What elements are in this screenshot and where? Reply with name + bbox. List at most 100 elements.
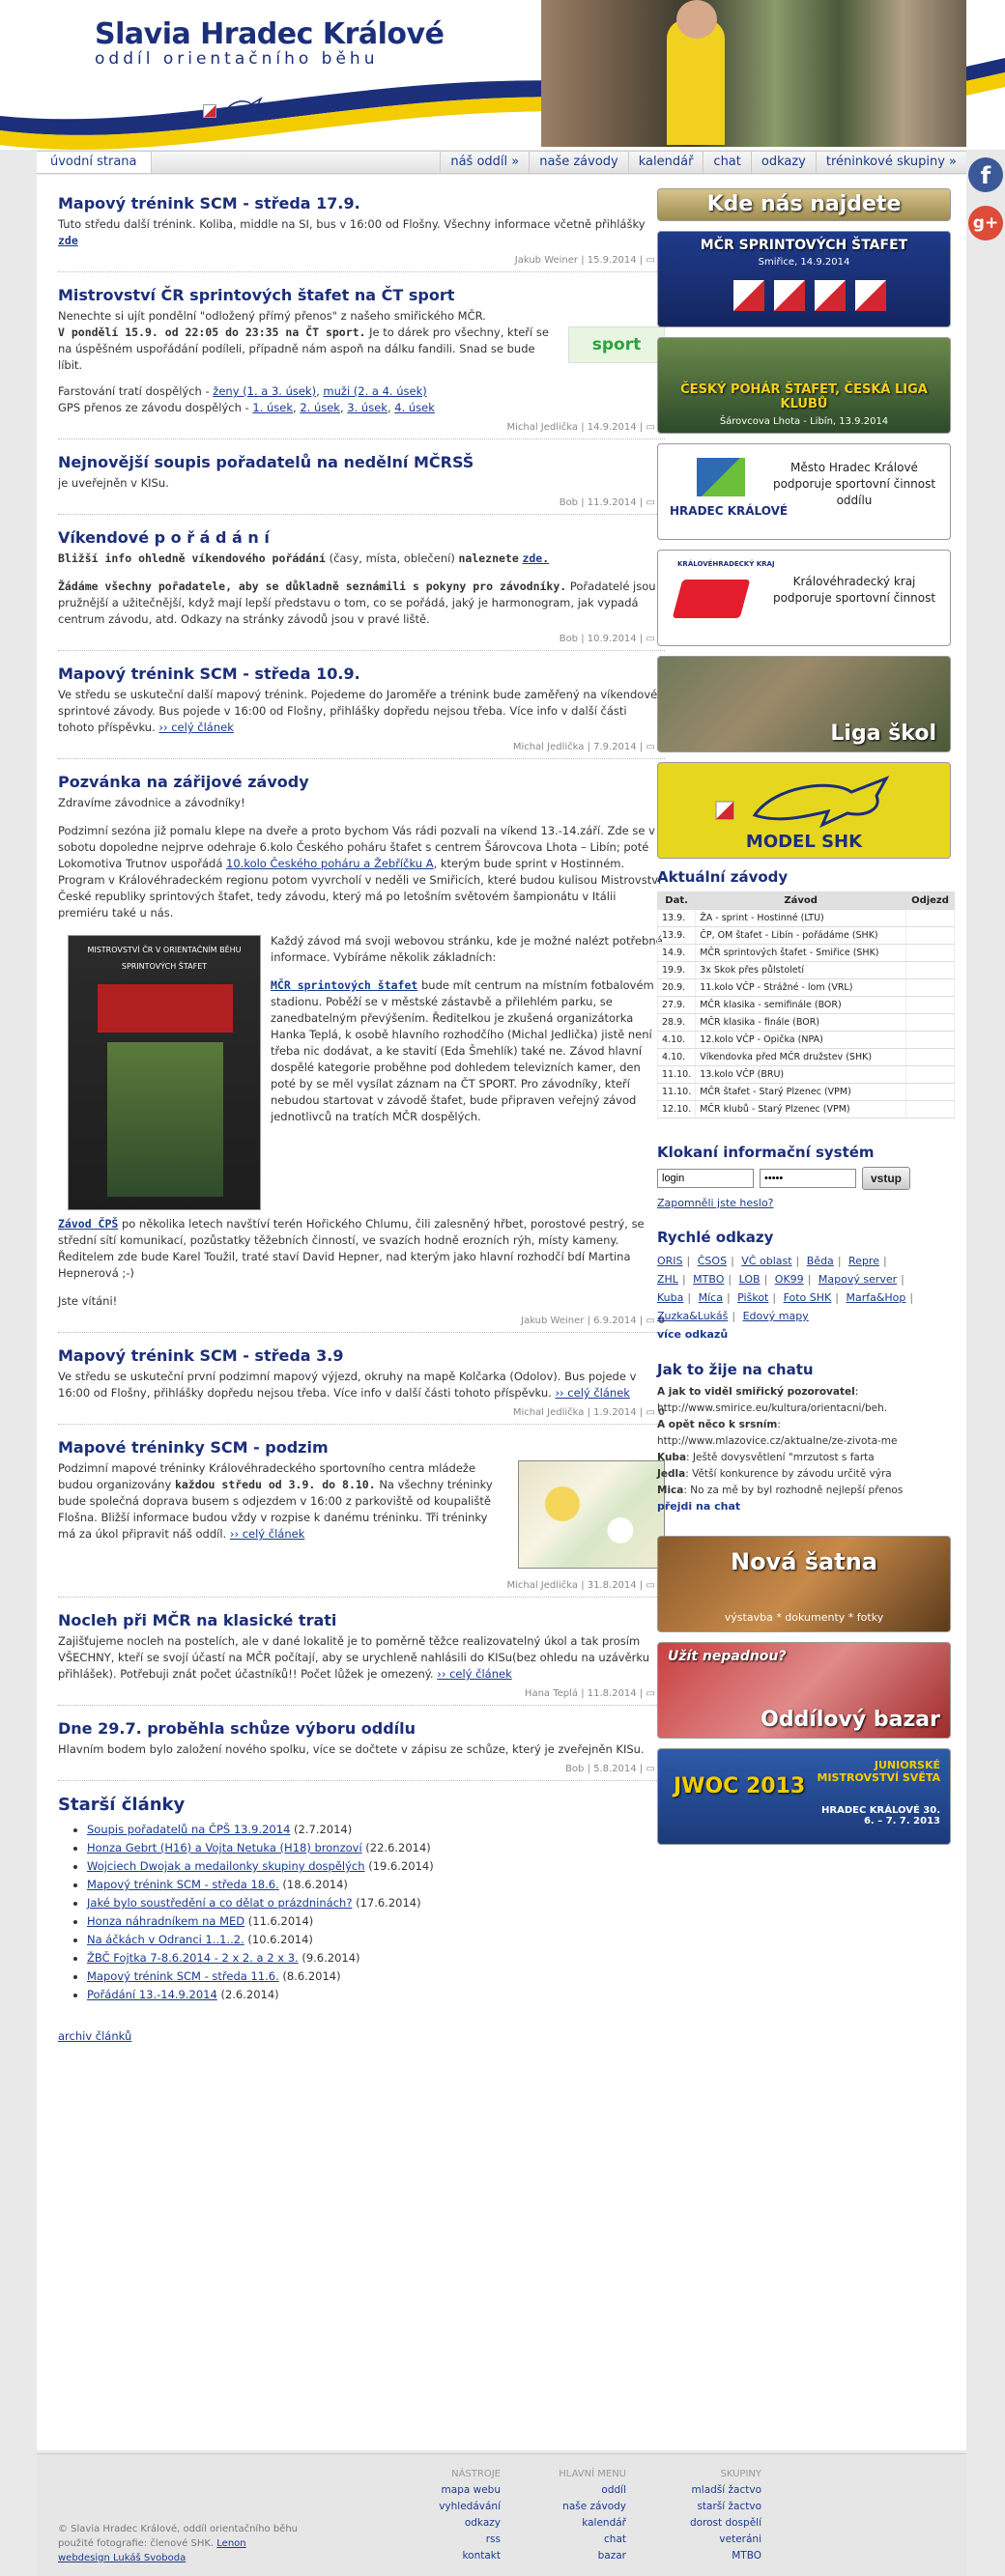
- go-to-chat-link[interactable]: přejdi na chat: [657, 1500, 740, 1513]
- race-name[interactable]: 12.kolo VČP - Opička (NPA): [695, 1031, 906, 1049]
- article-link[interactable]: zde: [58, 234, 78, 247]
- password-input[interactable]: [760, 1169, 856, 1188]
- footer-link[interactable]: chat: [520, 2532, 626, 2548]
- facebook-icon[interactable]: f: [968, 157, 1003, 192]
- article-title[interactable]: Pozvánka na zářijové závody: [58, 773, 665, 791]
- table-row[interactable]: 28.9. MČR klasika - finále (BOR): [656, 1013, 955, 1032]
- race-name[interactable]: 13.kolo VČP (BRU): [695, 1065, 906, 1084]
- older-article-link[interactable]: Pořádání 13.-14.9.2014: [87, 1988, 217, 2001]
- read-more-link[interactable]: ›› celý článek: [158, 721, 234, 734]
- article-title[interactable]: Mapový trénink SCM - středa 17.9.: [58, 194, 665, 212]
- footer-link[interactable]: kalendář: [520, 2515, 626, 2532]
- banner-kde-nas-najdete[interactable]: Kde nás najdete: [657, 188, 951, 221]
- more-links-link[interactable]: více odkazů: [657, 1328, 728, 1341]
- comment-icon[interactable]: ▭: [646, 1407, 654, 1418]
- site-logo[interactable]: Slavia Hradec Králové oddíl orientačního…: [95, 17, 445, 69]
- quick-link[interactable]: LOB: [739, 1273, 761, 1286]
- mcr-poster-image[interactable]: MISTROVSTVÍ ČR V ORIENTAČNÍM BĚHU SPRINT…: [68, 935, 261, 1210]
- nav-home[interactable]: úvodní strana: [37, 152, 152, 173]
- quick-link[interactable]: MTBO: [693, 1273, 724, 1286]
- race-name[interactable]: MČR sprintových štafet - Smiřice (SHK): [695, 944, 906, 962]
- footer-link[interactable]: kontakt: [394, 2548, 501, 2564]
- footer-link[interactable]: bazar: [520, 2548, 626, 2564]
- quick-link[interactable]: ORIS: [657, 1255, 683, 1267]
- table-row[interactable]: 11.10. 13.kolo VČP (BRU): [656, 1065, 955, 1084]
- quick-link[interactable]: VČ oblast: [741, 1255, 791, 1267]
- older-article-link[interactable]: Mapový trénink SCM - středa 18.6.: [87, 1878, 279, 1891]
- article-link[interactable]: MČR sprintových štafet: [271, 978, 417, 992]
- login-button[interactable]: vstup: [862, 1167, 911, 1190]
- article-title[interactable]: Dne 29.7. proběhla schůze výboru oddílu: [58, 1719, 665, 1738]
- comment-icon[interactable]: ▭: [646, 255, 654, 266]
- article-title[interactable]: Nejnovější soupis pořadatelů na nedělní …: [58, 453, 665, 471]
- quick-link[interactable]: OK99: [775, 1273, 804, 1286]
- quick-link[interactable]: Edový mapy: [743, 1310, 809, 1322]
- older-article-link[interactable]: Na áčkách v Odranci 1..1..2.: [87, 1933, 244, 1946]
- banner-model-shk[interactable]: MODEL SHK: [657, 762, 951, 859]
- older-article-link[interactable]: Soupis pořadatelů na ČPŠ 13.9.2014: [87, 1823, 290, 1836]
- quick-link[interactable]: Zuzka&Lukáš: [657, 1310, 728, 1322]
- comment-icon[interactable]: ▭: [646, 1580, 654, 1591]
- banner-hradec-kralove[interactable]: HRADEC KRÁLOVÉ Město Hradec Králové podp…: [657, 443, 951, 540]
- forgot-password-link[interactable]: Zapomněli jste heslo?: [657, 1197, 774, 1209]
- race-name[interactable]: MČR klubů - Starý Plzenec (VPM): [695, 1100, 906, 1118]
- race-name[interactable]: Víkendovka před MČR družstev (SHK): [695, 1048, 906, 1066]
- read-more-link[interactable]: ›› celý článek: [230, 1527, 305, 1541]
- banner-kralovehradecky-kraj[interactable]: KRÁLOVÉHRADECKÝ KRAJ Královéhradecký kra…: [657, 550, 951, 646]
- article-link[interactable]: 10.kolo Českého poháru a Žebříčku A: [226, 857, 434, 870]
- comment-icon[interactable]: ▭: [646, 742, 654, 752]
- article-title[interactable]: Nocleh při MČR na klasické trati: [58, 1611, 665, 1629]
- banner-liga-skol[interactable]: Liga škol: [657, 656, 951, 752]
- quick-link[interactable]: Mapový server: [818, 1273, 897, 1286]
- comment-icon[interactable]: ▭: [646, 1316, 654, 1326]
- article-link[interactable]: muži (2. a 4. úsek): [323, 384, 426, 398]
- quick-link[interactable]: Piškot: [737, 1291, 768, 1304]
- nav-item-oddil[interactable]: náš oddíl »: [440, 152, 529, 173]
- article-title[interactable]: Mapový trénink SCM - středa 10.9.: [58, 665, 665, 683]
- article-link[interactable]: 1. úsek: [252, 401, 293, 414]
- banner-jwoc-2013[interactable]: JWOC 2013 JUNIORSKÉ MISTROVSTVÍ SVĚTA HR…: [657, 1748, 951, 1845]
- banner-mcr-sprint[interactable]: MČR SPRINTOVÝCH ŠTAFET Smiřice, 14.9.201…: [657, 231, 951, 327]
- race-name[interactable]: ČP, OM štafet - Libín - pořádáme (SHK): [695, 926, 906, 945]
- older-article-link[interactable]: ŽBČ Fojtka 7-8.6.2014 - 2 x 2. a 2 x 3.: [87, 1951, 299, 1965]
- table-row[interactable]: 13.9. ČP, OM štafet - Libín - pořádáme (S…: [656, 926, 955, 945]
- footer-link[interactable]: starší žactvo: [655, 2499, 761, 2515]
- banner-cesky-pohar[interactable]: ČESKÝ POHÁR ŠTAFET, ČESKÁ LIGA KLUBŮ Šár…: [657, 337, 951, 434]
- article-link[interactable]: 2. úsek: [300, 401, 340, 414]
- quick-link[interactable]: Foto SHK: [784, 1291, 832, 1304]
- article-title[interactable]: Mapový trénink SCM - středa 3.9: [58, 1346, 665, 1365]
- race-name[interactable]: 11.kolo VČP - Strážné - lom (VRL): [695, 978, 906, 997]
- quick-link[interactable]: Repre: [848, 1255, 879, 1267]
- article-title[interactable]: Mistrovství ČR sprintových štafet na ČT …: [58, 286, 665, 304]
- comment-icon[interactable]: ▭: [646, 1688, 654, 1699]
- nav-item-chat[interactable]: chat: [703, 152, 750, 173]
- footer-link[interactable]: mladší žactvo: [655, 2482, 761, 2499]
- quick-link[interactable]: Kuba: [657, 1291, 683, 1304]
- comment-icon[interactable]: ▭: [646, 634, 654, 644]
- webdesign-link[interactable]: webdesign Lukáš Svoboda: [58, 2553, 186, 2563]
- race-name[interactable]: ŽA - sprint - Hostinné (LTU): [695, 909, 906, 927]
- nav-item-skupiny[interactable]: tréninkové skupiny »: [815, 152, 966, 173]
- table-row[interactable]: 20.9. 11.kolo VČP - Strážné - lom (VRL): [656, 978, 955, 997]
- race-name[interactable]: MČR štafet - Starý Plzenec (VPM): [695, 1083, 906, 1101]
- quick-link[interactable]: Marfa&Hop: [846, 1291, 905, 1304]
- comment-icon[interactable]: ▭: [646, 422, 654, 433]
- login-input[interactable]: [657, 1169, 754, 1188]
- article-title[interactable]: Mapové tréninky SCM - podzim: [58, 1438, 665, 1457]
- read-more-link[interactable]: ›› celý článek: [437, 1667, 512, 1681]
- article-link[interactable]: ženy (1. a 3. úsek): [213, 384, 316, 398]
- archive-link[interactable]: archiv článků: [58, 2029, 131, 2043]
- comment-icon[interactable]: ▭: [646, 1764, 654, 1774]
- quick-link[interactable]: Míca: [699, 1291, 723, 1304]
- table-row[interactable]: 19.9. 3x Skok přes půlstoletí: [656, 961, 955, 979]
- footer-link[interactable]: vyhledávání: [394, 2499, 501, 2515]
- quick-link[interactable]: Běda: [807, 1255, 834, 1267]
- table-row[interactable]: 14.9. MČR sprintových štafet - Smiřice (S…: [656, 944, 955, 962]
- banner-oddilovy-bazar[interactable]: Užít nepadnou? Oddílový bazar: [657, 1642, 951, 1739]
- nav-item-odkazy[interactable]: odkazy: [750, 152, 816, 173]
- nav-item-zavody[interactable]: naše závody: [529, 152, 628, 173]
- race-name[interactable]: MČR klasika - finále (BOR): [695, 1013, 906, 1032]
- article-link[interactable]: 3. úsek: [347, 401, 388, 414]
- older-article-link[interactable]: Jaké bylo soustředění a co dělat o prázd…: [87, 1896, 352, 1910]
- nav-item-kalendar[interactable]: kalendář: [627, 152, 704, 173]
